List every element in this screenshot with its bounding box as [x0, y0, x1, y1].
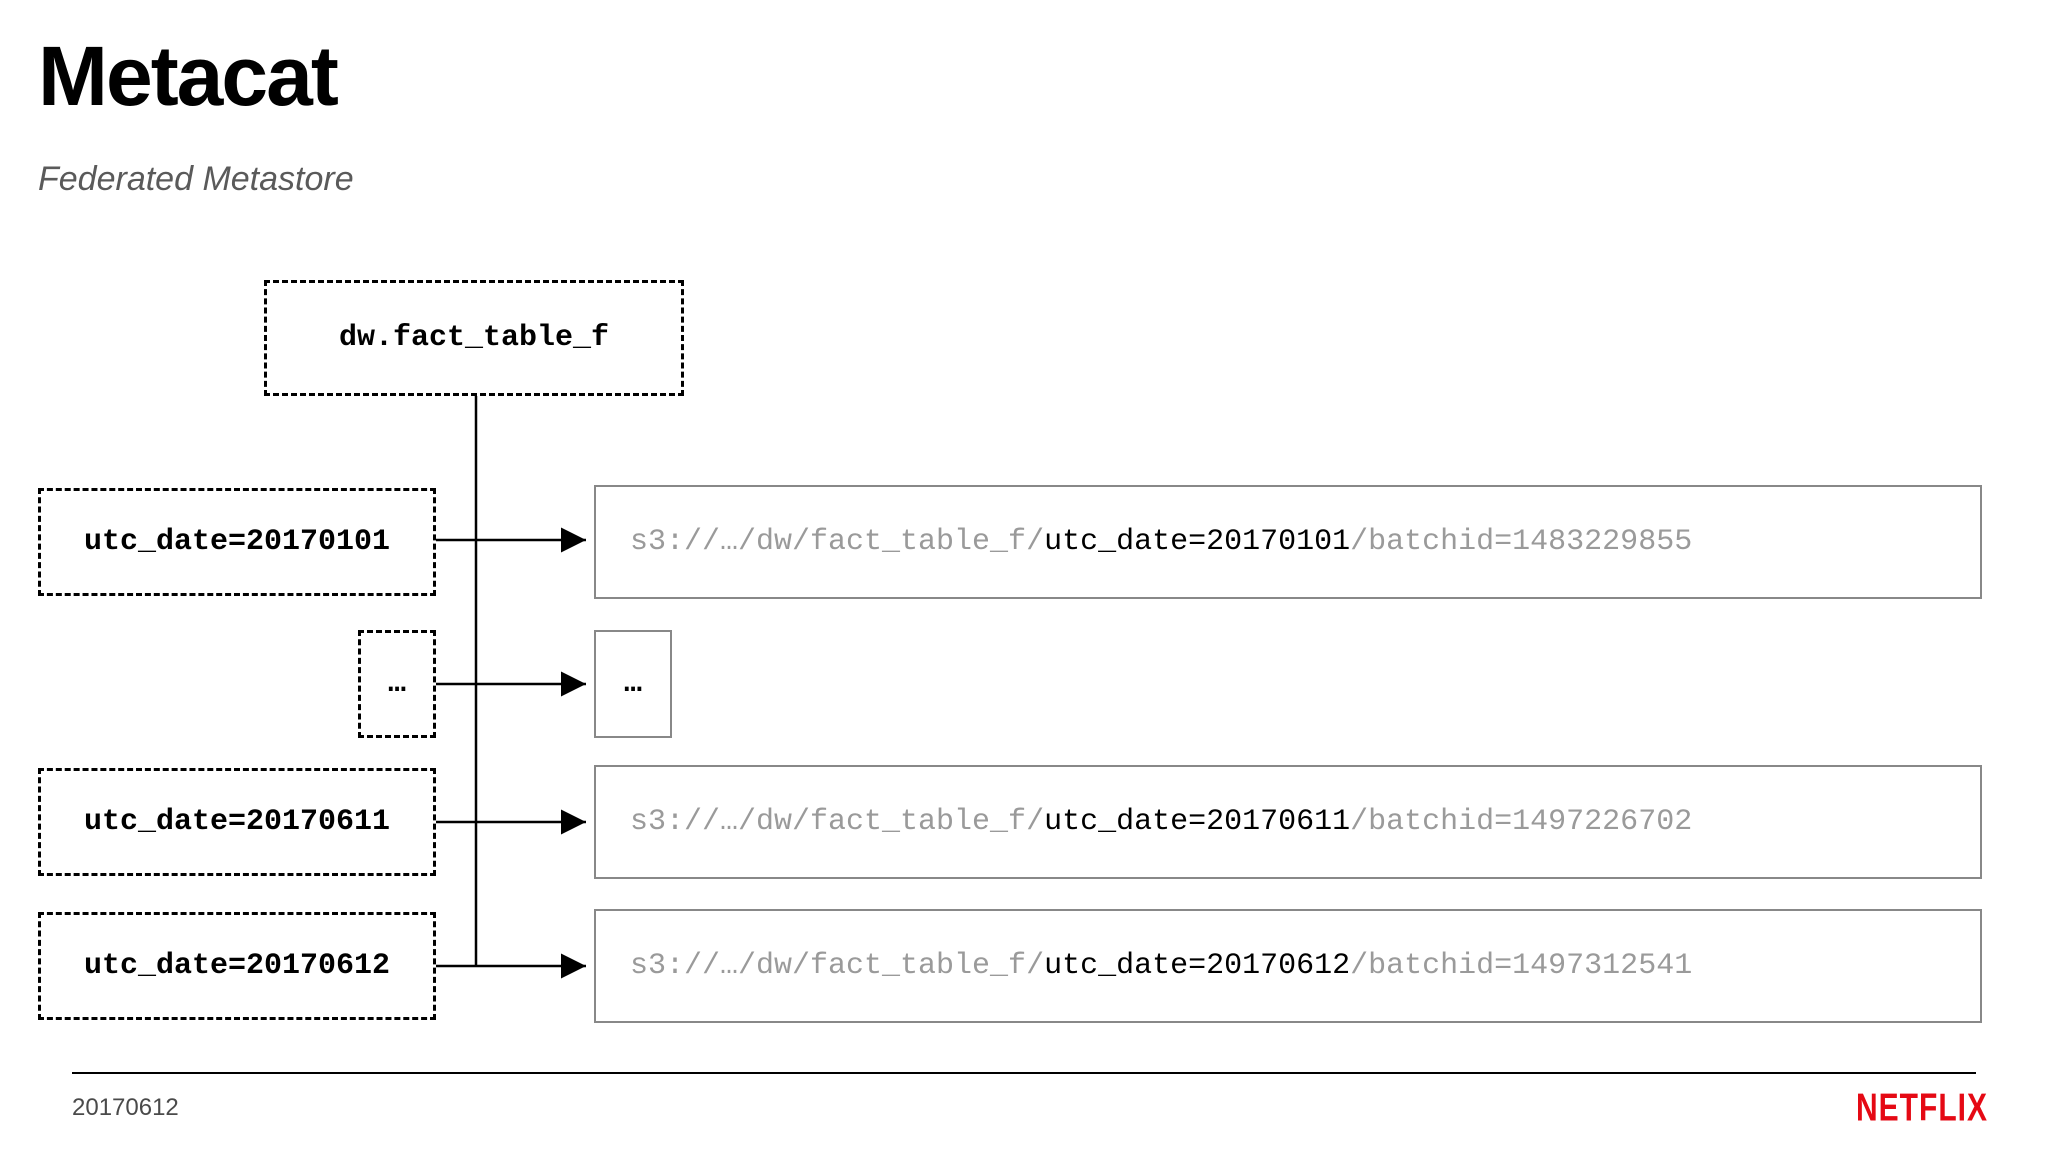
path-mid: utc_date=20170101 — [1044, 525, 1350, 559]
diagram-area: dw.fact_table_f utc_date=20170101 s3://…… — [38, 280, 1998, 1040]
path-suffix: /batchid=1483229855 — [1350, 525, 1692, 559]
path-prefix: s3://…/dw/fact_table_f/ — [630, 805, 1044, 839]
path-ellipsis-box: … — [594, 630, 672, 738]
partition-ellipsis-box: … — [358, 630, 436, 738]
partition-box: utc_date=20170612 — [38, 912, 436, 1020]
path-box: s3://…/dw/fact_table_f/utc_date=20170101… — [594, 485, 1982, 599]
netflix-logo: NETFLIX — [1856, 1087, 1988, 1131]
slide-title: Metacat — [38, 28, 337, 125]
path-prefix: s3://…/dw/fact_table_f/ — [630, 525, 1044, 559]
path-suffix: /batchid=1497226702 — [1350, 805, 1692, 839]
partition-box: utc_date=20170611 — [38, 768, 436, 876]
partition-box: utc_date=20170101 — [38, 488, 436, 596]
slide-subtitle: Federated Metastore — [38, 160, 354, 199]
path-mid: utc_date=20170611 — [1044, 805, 1350, 839]
footer-date: 20170612 — [72, 1094, 179, 1122]
footer-divider — [72, 1072, 1976, 1074]
path-box: s3://…/dw/fact_table_f/utc_date=20170612… — [594, 909, 1982, 1023]
path-mid: utc_date=20170612 — [1044, 949, 1350, 983]
path-box: s3://…/dw/fact_table_f/utc_date=20170611… — [594, 765, 1982, 879]
table-name-box: dw.fact_table_f — [264, 280, 684, 396]
path-suffix: /batchid=1497312541 — [1350, 949, 1692, 983]
path-prefix: s3://…/dw/fact_table_f/ — [630, 949, 1044, 983]
